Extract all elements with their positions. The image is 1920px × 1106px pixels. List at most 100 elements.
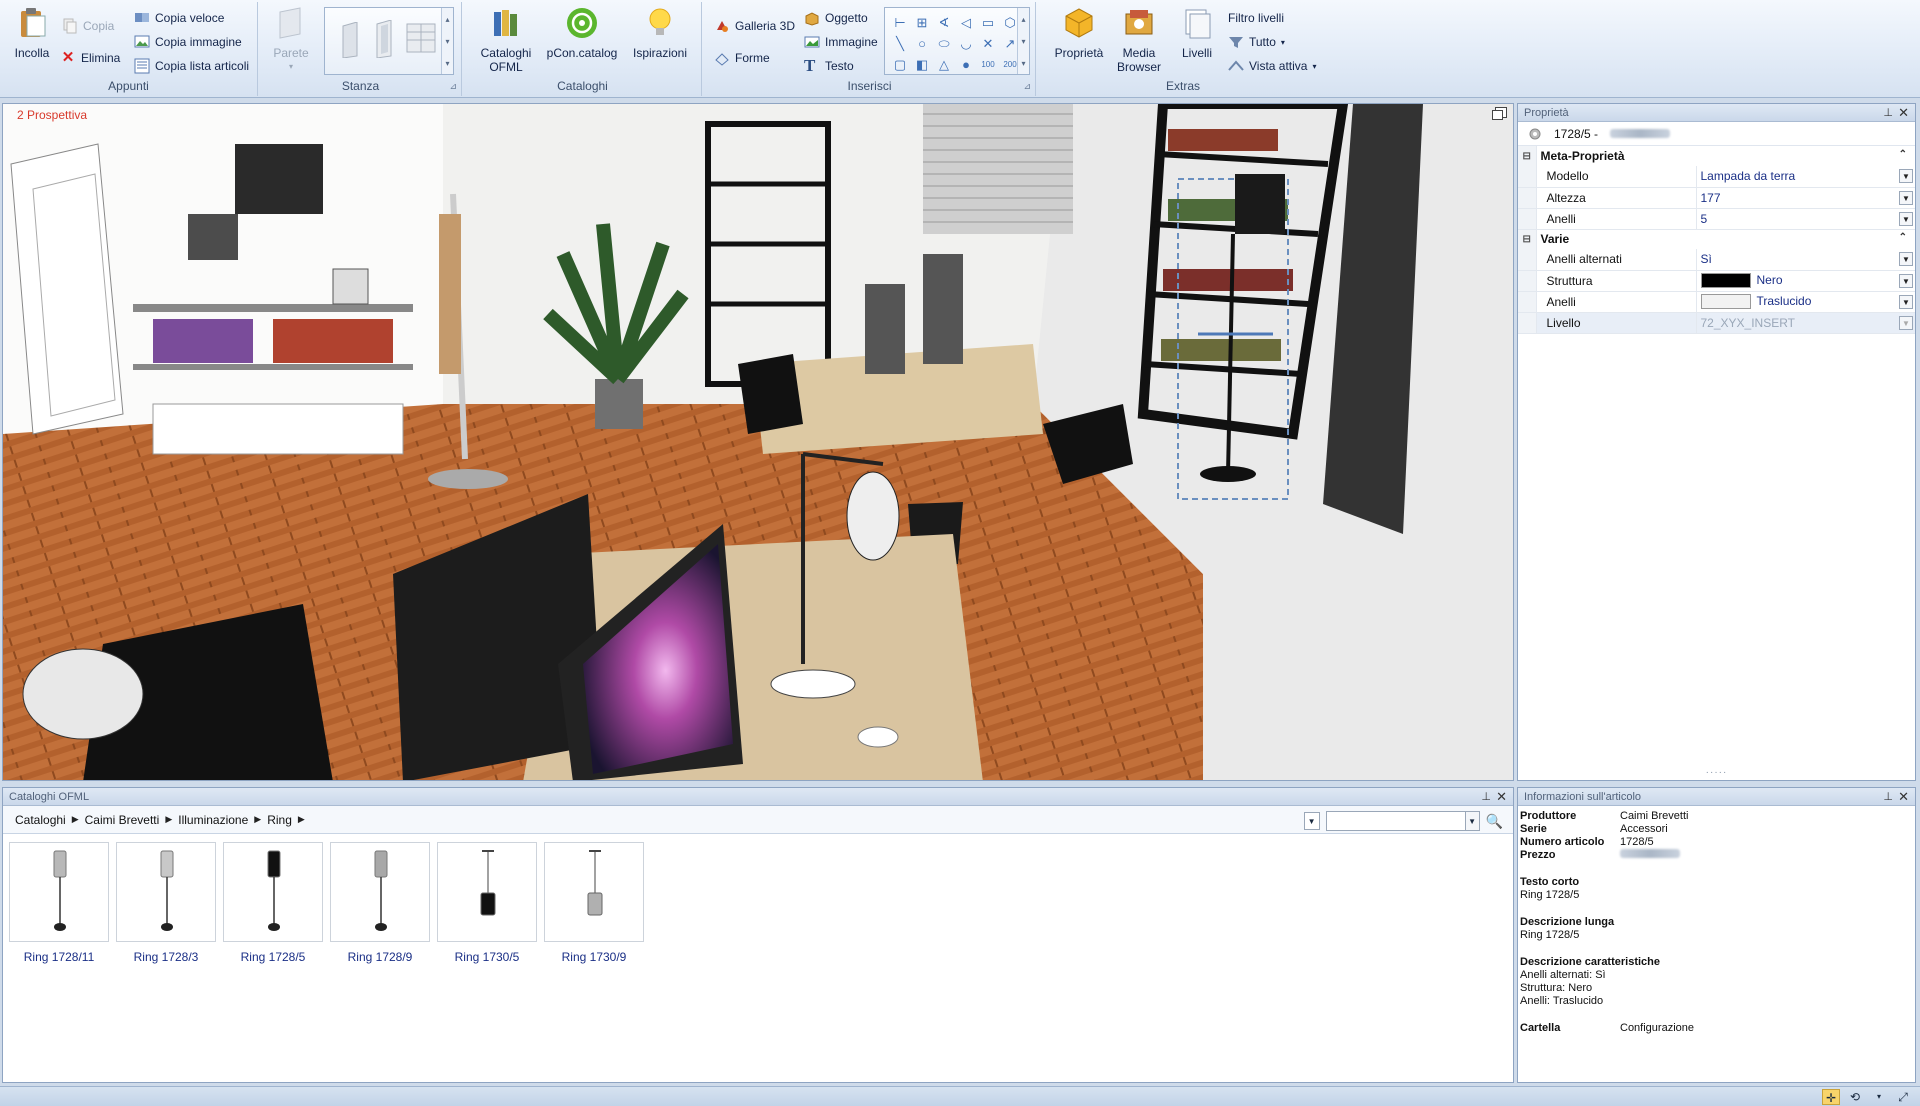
category-meta[interactable]: ⊟ Meta-Proprietà ⌃	[1518, 146, 1915, 166]
sphere-icon[interactable]: ●	[955, 54, 977, 75]
breadcrumb-item[interactable]: Illuminazione	[172, 813, 254, 827]
delete-button[interactable]: ✕ Elimina	[60, 48, 121, 68]
catalog-item[interactable]: Ring 1728/3	[116, 842, 216, 964]
property-row-anelli-alternati[interactable]: Anelli alternati Sì ▼	[1518, 249, 1915, 271]
shapes-gallery-scroll[interactable]: ▴ ▾ ▾	[1017, 8, 1029, 74]
catalog-item-label[interactable]: Ring 1728/5	[223, 950, 323, 964]
catalog-item-label[interactable]: Ring 1730/9	[544, 950, 644, 964]
catalog-item[interactable]: Ring 1728/11	[9, 842, 109, 964]
layers-button[interactable]: Livelli	[1174, 6, 1220, 60]
pcon-catalog-button[interactable]: pCon.catalog	[544, 6, 620, 60]
dimension-line-icon[interactable]: ⊢	[889, 12, 911, 33]
catalog-item-thumbnail[interactable]	[116, 842, 216, 942]
all-dropdown[interactable]: Tutto ▾	[1228, 32, 1285, 52]
catalog-item-label[interactable]: Ring 1728/3	[116, 950, 216, 964]
property-row-livello[interactable]: Livello 72_XYX_INSERT ▼	[1518, 312, 1915, 334]
property-row-anelli-material[interactable]: Anelli Traslucido ▼	[1518, 291, 1915, 313]
ofml-catalogs-button[interactable]: Cataloghi OFML	[476, 6, 536, 74]
maximize-viewport-icon[interactable]	[1492, 107, 1507, 120]
collapse-icon[interactable]: ⊟	[1518, 146, 1537, 166]
scale-100-icon[interactable]: 100	[977, 54, 999, 75]
settings-cog-icon[interactable]	[1528, 127, 1542, 141]
insert-image-button[interactable]: Immagine	[804, 32, 878, 52]
insert-text-button[interactable]: T Testo	[804, 56, 854, 76]
catalog-item-thumbnail[interactable]	[330, 842, 430, 942]
catalog-item-thumbnail[interactable]	[223, 842, 323, 942]
dropdown-arrow-icon[interactable]: ▾	[1870, 1089, 1888, 1105]
property-row-anelli[interactable]: Anelli 5 ▼	[1518, 208, 1915, 230]
dropdown-arrow-icon[interactable]: ▼	[1899, 169, 1913, 183]
arc-icon[interactable]: ◡	[955, 33, 977, 54]
catalog-item[interactable]: Ring 1730/9	[544, 842, 644, 964]
copy-button[interactable]: Copia	[62, 16, 114, 36]
close-icon[interactable]: ✕	[1898, 789, 1909, 805]
copy-image-button[interactable]: Copia immagine	[134, 32, 242, 52]
callout-icon[interactable]: ▢	[889, 54, 911, 75]
breadcrumb-arrow-icon[interactable]: ▶	[165, 814, 172, 825]
gallery-3d-button[interactable]: Galleria 3D	[714, 16, 795, 36]
property-row-altezza[interactable]: Altezza 177 ▼	[1518, 187, 1915, 209]
resize-grip[interactable]: ·····	[1518, 767, 1915, 778]
quick-copy-button[interactable]: Copia veloce	[134, 8, 224, 28]
wall-button[interactable]: Parete ▾	[270, 6, 312, 74]
dropdown-arrow-icon[interactable]: ▼	[1899, 211, 1913, 226]
pin-icon[interactable]: ⊥	[1883, 790, 1893, 803]
breadcrumb-item[interactable]: Cataloghi	[9, 813, 72, 827]
line-icon[interactable]: ╲	[889, 33, 911, 54]
filter-dropdown-icon[interactable]: ▼	[1303, 812, 1320, 830]
category-varie[interactable]: ⊟ Varie ⌃	[1518, 229, 1915, 249]
insert-dialog-launcher-icon[interactable]: ⊿	[1023, 81, 1031, 92]
catalog-item-thumbnail[interactable]	[544, 842, 644, 942]
angle-icon[interactable]: ∢	[933, 12, 955, 33]
dropdown-arrow-icon[interactable]: ▼	[1899, 315, 1913, 330]
catalog-item-label[interactable]: Ring 1730/5	[437, 950, 537, 964]
gallery-scroll[interactable]: ▴ ▾ ▾	[441, 8, 453, 74]
breadcrumb-arrow-icon[interactable]: ▶	[72, 814, 79, 825]
layer-filter-button[interactable]: Filtro livelli	[1228, 8, 1284, 28]
breadcrumb-item[interactable]: Ring	[261, 813, 298, 827]
drawing-shapes-gallery[interactable]: ⊢ ⊞ ∢ ◁ ▭ ⬡ ╲ ○ ⬭ ◡ ✕ ↗ ▢ ◧ △ ● 100 200 …	[884, 7, 1030, 75]
close-icon[interactable]: ✕	[1898, 105, 1909, 121]
catalog-item[interactable]: Ring 1728/9	[330, 842, 430, 964]
close-icon[interactable]: ✕	[1496, 789, 1507, 805]
catalog-item-label[interactable]: Ring 1728/11	[9, 950, 109, 964]
copy-article-list-button[interactable]: Copia lista articoli	[134, 56, 249, 76]
search-history-dropdown-icon[interactable]: ▼	[1465, 811, 1480, 831]
dialog-launcher-icon[interactable]: ⊿	[449, 81, 457, 92]
catalog-search-input[interactable]	[1325, 811, 1466, 831]
collapse-icon[interactable]: ⊟	[1518, 229, 1537, 249]
chevron-up-icon[interactable]: ⌃	[1899, 232, 1907, 243]
catalog-item-label[interactable]: Ring 1728/9	[330, 950, 430, 964]
dimension-chain-icon[interactable]: ⊞	[911, 12, 933, 33]
pin-icon[interactable]: ⊥	[1883, 106, 1893, 119]
circle-icon[interactable]: ○	[911, 33, 933, 54]
inspirations-button[interactable]: Ispirazioni	[624, 6, 696, 60]
dropdown-arrow-icon[interactable]: ▼	[1899, 190, 1913, 205]
property-row-modello[interactable]: Modello Lampada da terra ▼	[1518, 166, 1915, 188]
room-element-gallery[interactable]: ▴ ▾ ▾	[324, 7, 454, 75]
breadcrumb-arrow-icon[interactable]: ▶	[254, 814, 261, 825]
box-icon[interactable]: ◧	[911, 54, 933, 75]
property-row-struttura[interactable]: Struttura Nero ▼	[1518, 270, 1915, 292]
catalog-item-thumbnail[interactable]	[9, 842, 109, 942]
dropdown-arrow-icon[interactable]: ▼	[1899, 294, 1913, 309]
media-browser-button[interactable]: Media Browser	[1112, 6, 1166, 74]
cone-icon[interactable]: △	[933, 54, 955, 75]
connect-icon[interactable]: ⟲	[1846, 1089, 1864, 1105]
dropdown-arrow-icon[interactable]: ▼	[1899, 252, 1913, 266]
cross-icon[interactable]: ✕	[977, 33, 999, 54]
catalog-item-thumbnail[interactable]	[437, 842, 537, 942]
properties-button[interactable]: Proprietà	[1052, 6, 1106, 60]
insert-object-button[interactable]: Oggetto	[804, 8, 868, 28]
search-icon[interactable]: 🔍	[1486, 813, 1503, 830]
pin-icon[interactable]: ⊥	[1481, 790, 1491, 803]
dropdown-arrow-icon[interactable]: ▼	[1899, 273, 1913, 288]
snap-icon[interactable]: ✛	[1822, 1089, 1840, 1105]
catalog-item[interactable]: Ring 1728/5	[223, 842, 323, 964]
paste-button[interactable]: Incolla	[8, 6, 56, 60]
ellipse-icon[interactable]: ⬭	[933, 33, 955, 54]
breadcrumb-item[interactable]: Caimi Brevetti	[79, 813, 166, 827]
fullscreen-icon[interactable]: ⤢	[1894, 1089, 1912, 1105]
polyline-icon[interactable]: ◁	[955, 12, 977, 33]
catalog-item[interactable]: Ring 1730/5	[437, 842, 537, 964]
